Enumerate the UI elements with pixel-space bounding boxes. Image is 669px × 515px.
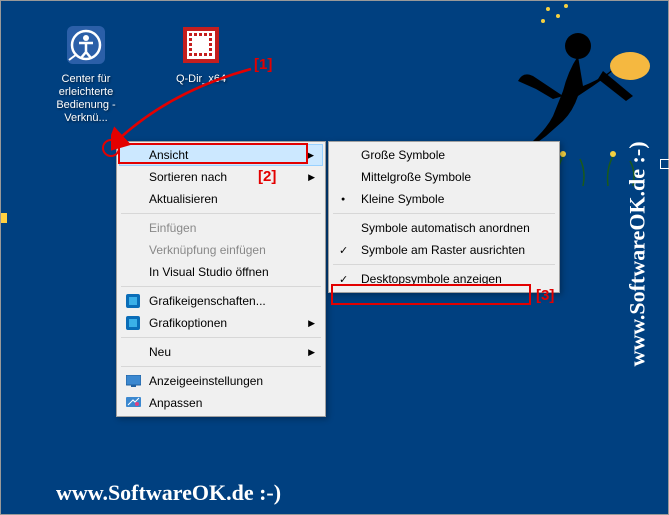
personalize-icon bbox=[125, 395, 141, 411]
submenu-arrow-icon: ▶ bbox=[308, 318, 315, 329]
menu-item-grafikoptionen[interactable]: Grafikoptionen ▶ bbox=[119, 312, 323, 334]
submenu-item-grosse-symbole[interactable]: Große Symbole bbox=[331, 144, 557, 166]
submenu-arrow-icon: ▶ bbox=[308, 172, 315, 183]
menu-item-visual-studio[interactable]: In Visual Studio öffnen bbox=[119, 261, 323, 283]
menu-label: Große Symbole bbox=[361, 148, 445, 162]
menu-item-neu[interactable]: Neu ▶ bbox=[119, 341, 323, 363]
menu-label: Sortieren nach bbox=[149, 170, 227, 184]
intel-icon bbox=[125, 293, 141, 309]
menu-separator bbox=[121, 213, 321, 214]
submenu-item-mittelgrosse-symbole[interactable]: Mittelgroße Symbole bbox=[331, 166, 557, 188]
decoration bbox=[1, 213, 7, 223]
check-icon: ✓ bbox=[339, 244, 348, 257]
menu-label: Symbole automatisch anordnen bbox=[361, 221, 530, 235]
menu-label: Grafikoptionen bbox=[149, 316, 227, 330]
check-icon: ✓ bbox=[339, 273, 348, 286]
menu-item-sortieren[interactable]: Sortieren nach ▶ bbox=[119, 166, 323, 188]
desktop-icon-label: Center für erleichterte Bedienung - Verk… bbox=[41, 73, 131, 125]
menu-separator bbox=[121, 337, 321, 338]
desktop-context-menu: Ansicht ▶ Sortieren nach ▶ Aktualisieren… bbox=[116, 141, 326, 417]
qdir-icon bbox=[177, 21, 225, 69]
menu-label: Mittelgroße Symbole bbox=[361, 170, 471, 184]
bullet-icon: ● bbox=[341, 196, 345, 203]
display-icon bbox=[125, 373, 141, 389]
menu-label: Einfügen bbox=[149, 221, 196, 235]
menu-label: Desktopsymbole anzeigen bbox=[361, 272, 502, 286]
menu-label: Anzeigeeinstellungen bbox=[149, 374, 263, 388]
menu-label: Neu bbox=[149, 345, 171, 359]
submenu-arrow-icon: ▶ bbox=[308, 347, 315, 358]
submenu-item-desktopsymbole-anzeigen[interactable]: ✓ Desktopsymbole anzeigen bbox=[331, 268, 557, 290]
menu-label: Symbole am Raster ausrichten bbox=[361, 243, 525, 257]
desktop-icon-ease-of-access[interactable]: Center für erleichterte Bedienung - Verk… bbox=[41, 21, 131, 125]
menu-separator bbox=[121, 366, 321, 367]
menu-separator bbox=[333, 264, 555, 265]
desktop-icon-qdir[interactable]: Q-Dir_x64 bbox=[156, 21, 246, 86]
submenu-item-kleine-symbole[interactable]: ● Kleine Symbole bbox=[331, 188, 557, 210]
menu-item-grafikeigenschaften[interactable]: Grafikeigenschaften... bbox=[119, 290, 323, 312]
decoration bbox=[660, 159, 669, 169]
menu-item-einfuegen: Einfügen bbox=[119, 217, 323, 239]
menu-label: Grafikeigenschaften... bbox=[149, 294, 266, 308]
submenu-item-auto-anordnen[interactable]: Symbole automatisch anordnen bbox=[331, 217, 557, 239]
submenu-arrow-icon: ▶ bbox=[307, 150, 314, 161]
menu-item-aktualisieren[interactable]: Aktualisieren bbox=[119, 188, 323, 210]
menu-label: Ansicht bbox=[149, 148, 188, 162]
intel-icon bbox=[125, 315, 141, 331]
annotation-1: [1] bbox=[254, 56, 272, 73]
menu-item-anpassen[interactable]: Anpassen bbox=[119, 392, 323, 414]
desktop-icon-label: Q-Dir_x64 bbox=[156, 73, 246, 86]
watermark-bottom: www.SoftwareOK.de :-) bbox=[56, 480, 281, 506]
submenu-item-raster-ausrichten[interactable]: ✓ Symbole am Raster ausrichten bbox=[331, 239, 557, 261]
menu-item-anzeigeeinstellungen[interactable]: Anzeigeeinstellungen bbox=[119, 370, 323, 392]
menu-separator bbox=[121, 286, 321, 287]
watermark-right: www.SoftwareOK.de :-) bbox=[624, 141, 650, 366]
menu-label: Anpassen bbox=[149, 396, 202, 410]
menu-separator bbox=[333, 213, 555, 214]
menu-item-ansicht[interactable]: Ansicht ▶ bbox=[119, 144, 323, 166]
ansicht-submenu: Große Symbole Mittelgroße Symbole ● Klei… bbox=[328, 141, 560, 293]
ease-of-access-icon bbox=[62, 21, 110, 69]
menu-item-verknuepfung-einfuegen: Verknüpfung einfügen bbox=[119, 239, 323, 261]
menu-label: Verknüpfung einfügen bbox=[149, 243, 266, 257]
menu-label: Aktualisieren bbox=[149, 192, 218, 206]
menu-label: In Visual Studio öffnen bbox=[149, 265, 269, 279]
menu-label: Kleine Symbole bbox=[361, 192, 444, 206]
